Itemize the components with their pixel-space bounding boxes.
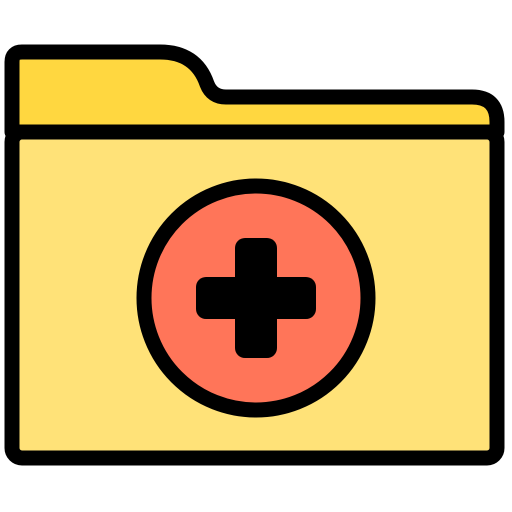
folder-tab (4, 44, 505, 140)
add-folder-icon (4, 44, 505, 466)
add-folder-icon-canvas (0, 0, 512, 512)
